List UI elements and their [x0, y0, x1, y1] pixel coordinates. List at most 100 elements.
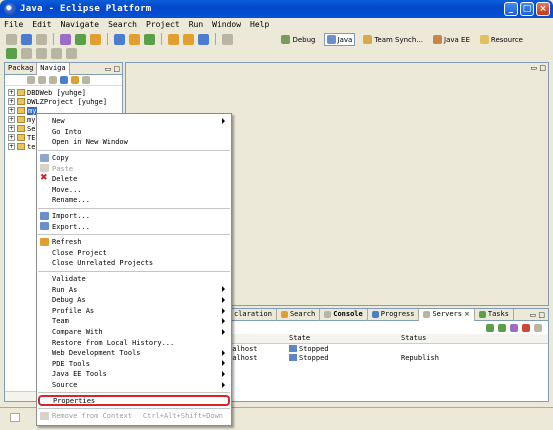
menu-item-pde-tools[interactable]: PDE Tools: [37, 358, 231, 369]
column-state[interactable]: State: [286, 334, 398, 343]
perspective-team-synch[interactable]: Team Synch...: [361, 34, 425, 45]
link-editor-icon[interactable]: [71, 76, 79, 84]
minimize-view-icon[interactable]: ▭: [530, 311, 537, 319]
back-arrow-icon[interactable]: [27, 76, 35, 84]
run-icon[interactable]: [75, 33, 86, 45]
expand-icon[interactable]: +: [8, 134, 15, 141]
annotation-icon[interactable]: [222, 33, 233, 45]
maximize-editor-icon[interactable]: □: [539, 64, 546, 72]
expand-icon[interactable]: +: [8, 125, 15, 132]
menu-run[interactable]: Run: [189, 20, 203, 29]
menu-item-new[interactable]: New: [37, 116, 231, 127]
expand-icon[interactable]: +: [8, 98, 15, 105]
menu-item-close-unrelated[interactable]: Close Unrelated Projects: [37, 258, 231, 269]
menu-item-refresh[interactable]: Refresh: [37, 237, 231, 248]
maximize-view-icon[interactable]: □: [538, 311, 545, 319]
menu-item-export[interactable]: Export...: [37, 221, 231, 232]
new-java-icon[interactable]: [144, 33, 155, 45]
tab-console[interactable]: Console: [320, 308, 368, 321]
fast-view-icon[interactable]: [10, 413, 20, 422]
expand-icon[interactable]: +: [8, 116, 15, 123]
menu-item-rename[interactable]: Rename...: [37, 195, 231, 206]
menu-item-debug-as[interactable]: Debug As: [37, 295, 231, 306]
menu-item-web-dev-tools[interactable]: Web Development Tools: [37, 348, 231, 359]
debug-server-icon[interactable]: [486, 323, 494, 332]
prev-annotation-icon[interactable]: [36, 47, 47, 59]
close-tab-icon[interactable]: ×: [464, 309, 470, 320]
menu-item-remove-context[interactable]: Remove from Context Ctrl+Alt+Shift+Down: [37, 411, 231, 422]
view-menu-icon[interactable]: [82, 76, 90, 84]
perspective-debug[interactable]: Debug: [279, 34, 317, 45]
new-class-icon[interactable]: [129, 33, 140, 45]
tab-package-explorer[interactable]: Packag: [5, 62, 38, 75]
menu-separator: [38, 149, 230, 151]
console-icon: [324, 311, 332, 318]
next-annotation-icon[interactable]: [21, 47, 32, 59]
forward-arrow-icon[interactable]: [38, 76, 46, 84]
menu-window[interactable]: Window: [212, 20, 241, 29]
perspective-resource[interactable]: Resource: [478, 34, 525, 45]
perspective-java[interactable]: Java: [323, 33, 356, 46]
forward-icon[interactable]: [66, 47, 77, 59]
menu-item-properties[interactable]: Properties: [38, 395, 230, 406]
external-tools-icon[interactable]: [90, 33, 101, 45]
close-button[interactable]: ×: [536, 2, 550, 16]
menu-item-move[interactable]: Move...: [37, 185, 231, 196]
menu-item-copy[interactable]: Copy: [37, 153, 231, 164]
menu-item-run-as[interactable]: Run As: [37, 284, 231, 295]
tree-item[interactable]: + DWLZProject [yuhge]: [5, 97, 122, 106]
publish-icon[interactable]: [534, 323, 542, 332]
new-package-icon[interactable]: [114, 33, 125, 45]
menu-project[interactable]: Project: [146, 20, 180, 29]
minimize-editor-icon[interactable]: ▭: [531, 64, 538, 72]
menu-item-delete[interactable]: ✖ Delete: [37, 173, 231, 185]
menu-item-java-ee-tools[interactable]: Java EE Tools: [37, 369, 231, 380]
minimize-button[interactable]: _: [504, 2, 518, 16]
up-arrow-icon[interactable]: [49, 76, 57, 84]
tab-progress[interactable]: Progress: [368, 308, 420, 321]
tab-navigator[interactable]: Naviga: [37, 62, 70, 75]
back-icon[interactable]: [51, 47, 62, 59]
tab-servers[interactable]: Servers ×: [419, 308, 475, 321]
menu-item-go-into[interactable]: Go Into: [37, 127, 231, 138]
search-icon[interactable]: [198, 33, 209, 45]
menu-item-import[interactable]: Import...: [37, 211, 231, 222]
menu-item-team[interactable]: Team: [37, 316, 231, 327]
start-server-icon[interactable]: [498, 323, 506, 332]
perspective-java-ee[interactable]: Java EE: [431, 34, 472, 45]
menu-item-validate[interactable]: Validate: [37, 274, 231, 285]
menu-search[interactable]: Search: [108, 20, 137, 29]
collapse-all-icon[interactable]: [60, 76, 68, 84]
tab-tasks[interactable]: Tasks: [475, 308, 514, 321]
menu-item-close-project[interactable]: Close Project: [37, 248, 231, 259]
open-folder-icon[interactable]: [183, 33, 194, 45]
expand-icon[interactable]: +: [8, 107, 15, 114]
debug-icon[interactable]: [60, 33, 71, 45]
menu-item-paste[interactable]: Paste: [37, 163, 231, 174]
menu-item-source[interactable]: Source: [37, 380, 231, 391]
menu-item-compare-with[interactable]: Compare With: [37, 327, 231, 338]
menu-item-open-new-window[interactable]: Open in New Window: [37, 137, 231, 148]
maximize-view-icon[interactable]: □: [113, 65, 120, 73]
expand-icon[interactable]: +: [8, 89, 15, 96]
menu-item-profile-as[interactable]: Profile As: [37, 306, 231, 317]
minimize-view-icon[interactable]: ▭: [105, 65, 112, 73]
menu-file[interactable]: File: [4, 20, 23, 29]
tree-item[interactable]: + DBDWeb [yuhge]: [5, 88, 122, 97]
new-icon[interactable]: [6, 33, 17, 45]
last-edit-icon[interactable]: [6, 47, 17, 59]
stop-server-icon[interactable]: [522, 323, 530, 332]
profile-server-icon[interactable]: [510, 323, 518, 332]
print-icon[interactable]: [36, 33, 47, 45]
menu-edit[interactable]: Edit: [32, 20, 51, 29]
open-type-icon[interactable]: [168, 33, 179, 45]
menu-navigate[interactable]: Navigate: [61, 20, 100, 29]
menu-help[interactable]: Help: [250, 20, 269, 29]
save-icon[interactable]: [21, 33, 32, 45]
expand-icon[interactable]: +: [8, 143, 15, 150]
tab-search[interactable]: Search: [277, 308, 321, 321]
maximize-button[interactable]: □: [520, 2, 534, 16]
menu-item-restore-local[interactable]: Restore from Local History...: [37, 337, 231, 348]
submenu-arrow-icon: [222, 318, 225, 325]
column-status[interactable]: Status: [398, 334, 548, 343]
